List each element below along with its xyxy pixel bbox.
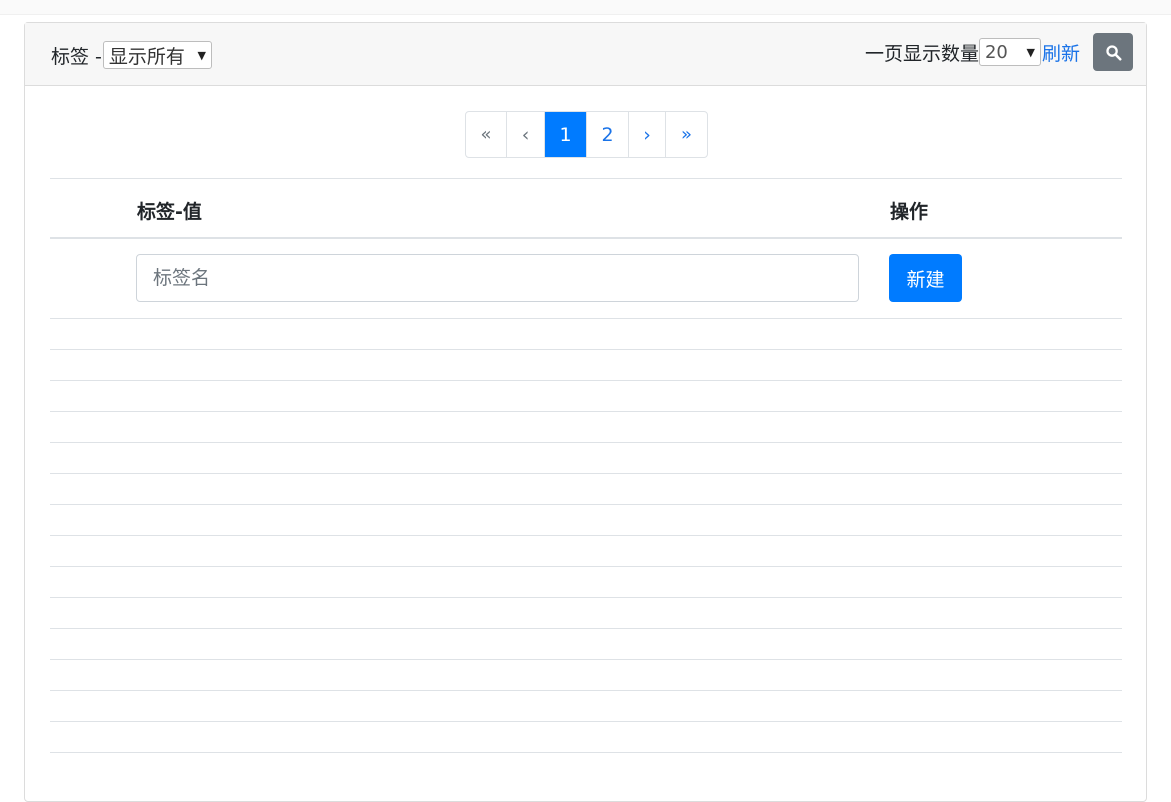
tags-table: 标签-值 操作 新建 (50, 178, 1122, 753)
table-row (50, 412, 1122, 443)
table-row (50, 381, 1122, 412)
table-row (50, 505, 1122, 536)
page-next-button[interactable]: › (629, 112, 666, 157)
panel-header: 标签 - 显示所有 ▼ 一页显示数量 20 ▼ 刷新 (25, 23, 1146, 86)
table-row (50, 660, 1122, 691)
tag-filter-select[interactable]: 显示所有 ▼ (102, 41, 212, 69)
page-1-button[interactable]: 1 (545, 112, 587, 157)
table-row (50, 691, 1122, 722)
caret-down-icon: ▼ (1026, 45, 1035, 59)
table-row (50, 629, 1122, 660)
table-row (50, 319, 1122, 350)
per-page-label: 一页显示数量 (864, 42, 979, 65)
refresh-link[interactable]: 刷新 (1042, 39, 1080, 66)
table-row (50, 567, 1122, 598)
table-row (50, 350, 1122, 381)
search-icon (1105, 44, 1122, 61)
page-prev-button[interactable]: ‹ (507, 112, 545, 157)
table-header: 标签-值 操作 (50, 178, 1122, 239)
table-row (50, 474, 1122, 505)
tag-filter-label: 标签 - (51, 45, 102, 68)
header-controls: 一页显示数量 20 ▼ 刷新 (865, 33, 1133, 71)
page-2-button[interactable]: 2 (587, 112, 629, 157)
tag-filter-group: 标签 - 显示所有 ▼ (51, 40, 212, 70)
table-row (50, 536, 1122, 567)
tag-filter-value: 显示所有 (108, 45, 185, 68)
caret-down-icon: ▼ (197, 48, 206, 62)
top-strip (0, 0, 1171, 15)
create-tag-button[interactable]: 新建 (889, 254, 962, 302)
column-header-tag-value: 标签-值 (137, 201, 202, 223)
search-button[interactable] (1093, 33, 1133, 71)
tags-panel: 标签 - 显示所有 ▼ 一页显示数量 20 ▼ 刷新 « ‹ 1 2 › » 标… (24, 22, 1147, 802)
per-page-select[interactable]: 20 ▼ (978, 38, 1041, 66)
page-first-button[interactable]: « (466, 112, 507, 157)
table-row (50, 722, 1122, 753)
per-page-value: 20 (984, 41, 1008, 63)
new-tag-row: 新建 (50, 239, 1122, 319)
table-row (50, 598, 1122, 629)
pagination: « ‹ 1 2 › » (465, 111, 708, 158)
table-row (50, 443, 1122, 474)
page-last-button[interactable]: » (666, 112, 707, 157)
column-header-actions: 操作 (890, 201, 929, 223)
tag-name-input[interactable] (136, 254, 859, 302)
